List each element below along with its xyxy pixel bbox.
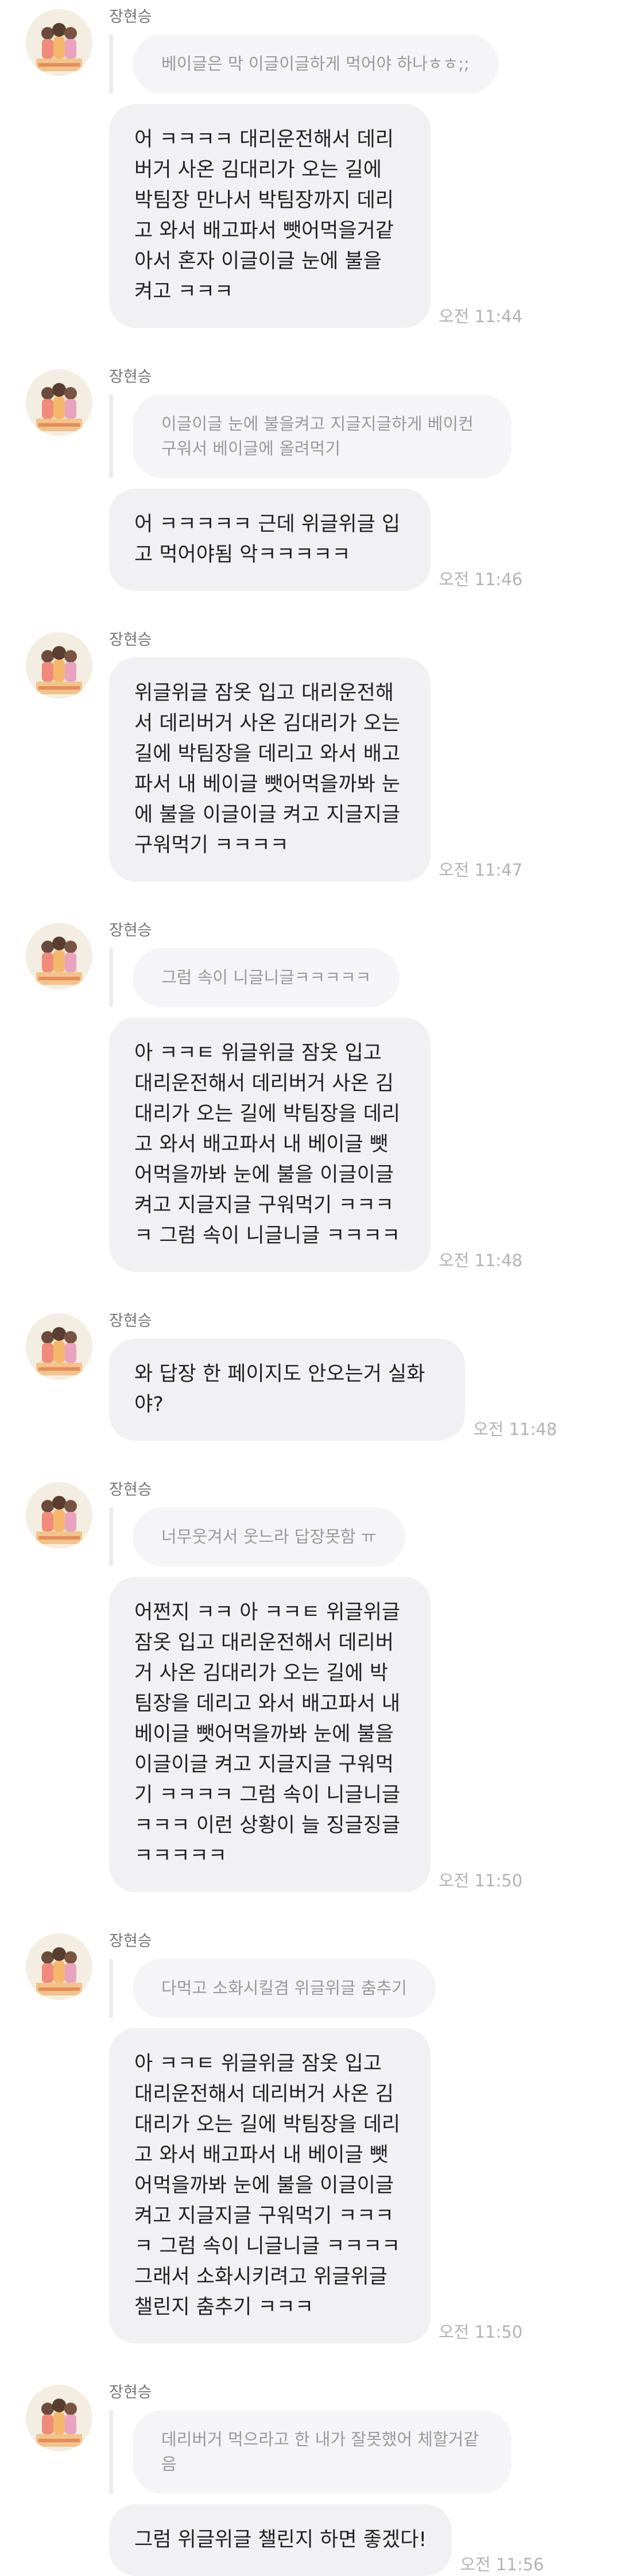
profile-photo-icon (26, 9, 92, 76)
profile-photo-icon (26, 2385, 92, 2451)
sender-name: 장현승 (109, 8, 152, 26)
message-group: 장현승 다먹고 소화시킬겸 위글위글 춤추기 아 ㅋㅋㅌ 위글위글 잠옷 입고 … (0, 1932, 620, 2343)
timestamp: 오전 11:48 (473, 1419, 557, 1439)
message-group: 장현승 데리버거 먹으라고 한 내가 잘못했어 체할거같음 그럼 위글위글 챌린… (0, 2384, 620, 2576)
profile-photo-icon (26, 1933, 92, 2000)
timestamp: 오전 11:46 (439, 570, 523, 589)
message-bubble[interactable]: 그럼 위글위글 챌린지 하면 좋겠다! (109, 2504, 452, 2576)
avatar[interactable] (26, 923, 92, 989)
timestamp: 오전 11:50 (439, 1871, 523, 1890)
avatar[interactable] (26, 9, 92, 76)
message-group: 장현승 와 답장 한 페이지도 안오는거 실화야? 오전 11:48 (0, 1312, 620, 1441)
profile-photo-icon (26, 1482, 92, 1549)
avatar[interactable] (26, 1933, 92, 2000)
reply-quote[interactable]: 이글이글 눈에 불을켜고 지글지글하게 베이컨구워서 베이글에 올려먹기 (109, 394, 563, 478)
timestamp: 오전 11:48 (439, 1251, 523, 1270)
reply-quote[interactable]: 데리버거 먹으라고 한 내가 잘못했어 체할거같음 (109, 2410, 563, 2494)
sender-name: 장현승 (109, 1481, 152, 1499)
message-bubble[interactable]: 어 ㅋㅋㅋㅋㅋ 근데 위글위글 입고 먹어야됨 악ㅋㅋㅋㅋㅋ (109, 489, 431, 591)
sender-name: 장현승 (109, 368, 152, 386)
reply-quote[interactable]: 다먹고 소화시킬겸 위글위글 춤추기 (109, 1959, 563, 2018)
avatar[interactable] (26, 1482, 92, 1549)
reply-text: 그럼 속이 니글니글ㅋㅋㅋㅋㅋ (133, 948, 400, 1007)
timestamp: 오전 11:47 (439, 860, 523, 880)
message-bubble[interactable]: 아 ㅋㅋㅌ 위글위글 잠옷 입고 대리운전해서 데리버거 사온 김대리가 오는 … (109, 2028, 431, 2343)
message-group: 장현승 베이글은 막 이글이글하게 먹어야 하나ㅎㅎ;; 어 ㅋㅋㅋㅋ 대리운전… (0, 8, 620, 328)
message-bubble[interactable]: 위글위글 잠옷 입고 대리운전해서 데리버거 사온 김대리가 오는 길에 박팀장… (109, 657, 431, 881)
timestamp: 오전 11:44 (439, 307, 523, 326)
reply-bar (109, 394, 113, 478)
reply-bar (109, 2410, 113, 2494)
avatar[interactable] (26, 1313, 92, 1380)
reply-quote[interactable]: 너무웃겨서 웃느라 답장못함 ㅠ (109, 1507, 563, 1567)
profile-photo-icon (26, 632, 92, 699)
sender-name: 장현승 (109, 1312, 152, 1330)
avatar[interactable] (26, 2385, 92, 2451)
message-group: 장현승 이글이글 눈에 불을켜고 지글지글하게 베이컨구워서 베이글에 올려먹기… (0, 368, 620, 591)
sender-name: 장현승 (109, 2384, 152, 2401)
reply-text: 다먹고 소화시킬겸 위글위글 춤추기 (133, 1959, 436, 2018)
profile-photo-icon (26, 923, 92, 989)
message-bubble[interactable]: 아 ㅋㅋㅌ 위글위글 잠옷 입고 대리운전해서 데리버거 사온 김대리가 오는 … (109, 1018, 431, 1272)
profile-photo-icon (26, 1313, 92, 1380)
reply-bar (109, 948, 113, 1007)
reply-bar (109, 1507, 113, 1567)
avatar[interactable] (26, 369, 92, 436)
reply-text: 데리버거 먹으라고 한 내가 잘못했어 체할거같음 (133, 2410, 512, 2494)
reply-quote[interactable]: 베이글은 막 이글이글하게 먹어야 하나ㅎㅎ;; (109, 34, 563, 94)
reply-bar (109, 34, 113, 94)
message-group: 장현승 그럼 속이 니글니글ㅋㅋㅋㅋㅋ 아 ㅋㅋㅌ 위글위글 잠옷 입고 대리운… (0, 922, 620, 1272)
reply-bar (109, 1959, 113, 2018)
reply-text: 너무웃겨서 웃느라 답장못함 ㅠ (133, 1507, 405, 1567)
timestamp: 오전 11:56 (460, 2555, 544, 2574)
reply-quote[interactable]: 그럼 속이 니글니글ㅋㅋㅋㅋㅋ (109, 948, 563, 1007)
reply-text: 이글이글 눈에 불을켜고 지글지글하게 베이컨구워서 베이글에 올려먹기 (133, 394, 512, 478)
sender-name: 장현승 (109, 631, 152, 649)
profile-photo-icon (26, 369, 92, 436)
chat-feed: 장현승 베이글은 막 이글이글하게 먹어야 하나ㅎㅎ;; 어 ㅋㅋㅋㅋ 대리운전… (0, 0, 620, 2576)
message-group: 장현승 위글위글 잠옷 입고 대리운전해서 데리버거 사온 김대리가 오는 길에… (0, 631, 620, 881)
avatar[interactable] (26, 632, 92, 699)
message-bubble[interactable]: 어쩐지 ㅋㅋ 아 ㅋㅋㅌ 위글위글 잠옷 입고 대리운전해서 데리버거 사온 김… (109, 1577, 431, 1892)
message-bubble[interactable]: 어 ㅋㅋㅋㅋ 대리운전해서 데리버거 사온 김대리가 오는 길에 박팀장 만나서… (109, 104, 431, 328)
sender-name: 장현승 (109, 922, 152, 939)
message-group: 장현승 너무웃겨서 웃느라 답장못함 ㅠ 어쩐지 ㅋㅋ 아 ㅋㅋㅌ 위글위글 잠… (0, 1481, 620, 1892)
reply-text: 베이글은 막 이글이글하게 먹어야 하나ㅎㅎ;; (133, 34, 498, 94)
timestamp: 오전 11:50 (439, 2322, 523, 2342)
message-bubble[interactable]: 와 답장 한 페이지도 안오는거 실화야? (109, 1339, 465, 1441)
sender-name: 장현승 (109, 1932, 152, 1950)
